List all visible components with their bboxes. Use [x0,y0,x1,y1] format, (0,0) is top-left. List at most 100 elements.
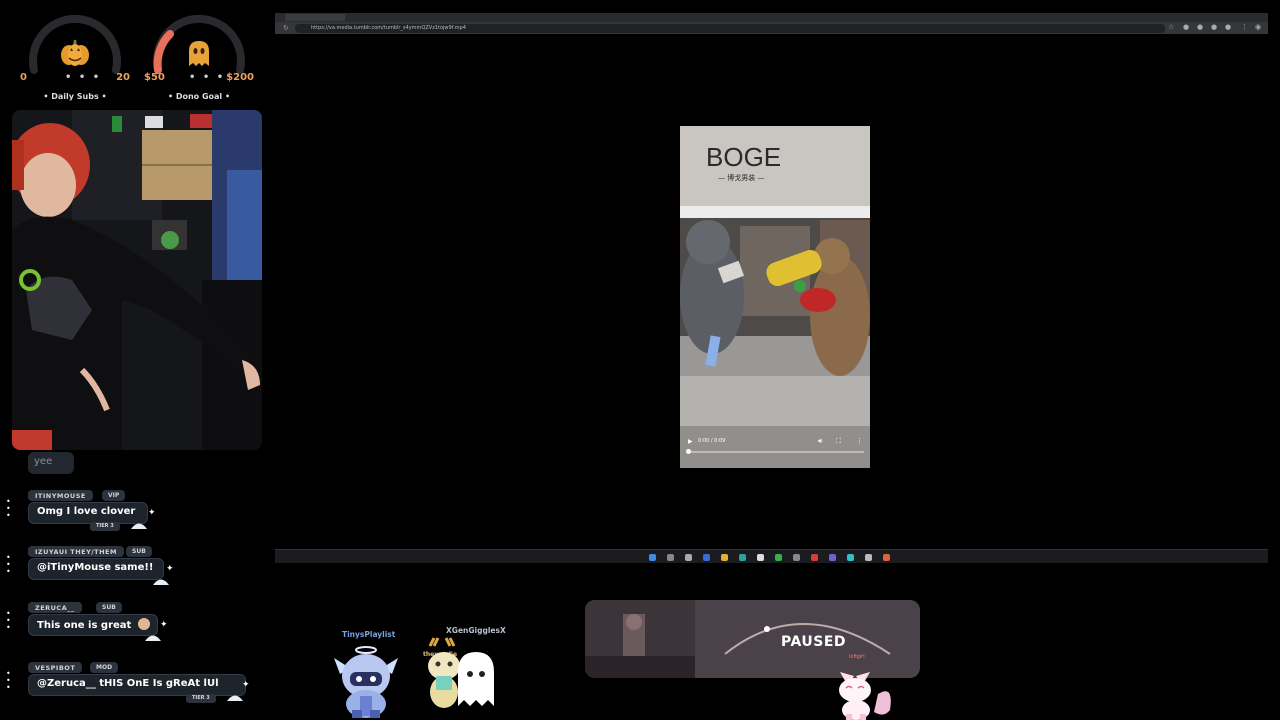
drag-dots-icon: • • • [6,497,11,520]
ghost-icon [189,41,209,66]
lotus-icon [227,695,243,701]
lotus-icon [153,579,169,585]
sparkle-icon: ✦ [242,680,250,690]
sparkle-icon: ✦ [166,564,174,574]
browser-tab[interactable] [895,14,945,21]
sparkle-icon: ✦ [148,508,156,518]
pumpkin-icon [61,40,89,66]
discord-icon[interactable] [829,554,836,561]
app-icon[interactable] [793,554,800,561]
folder-icon[interactable] [721,554,728,561]
fullscreen-icon[interactable]: ⛶ [836,437,841,446]
chat-username: ITINYMOUSE [28,490,93,501]
chat-message: • • • IZUYAUI THEY/THEM SUB @iTinyMouse sa… [6,546,266,596]
star-icon[interactable]: ☆ [1168,23,1174,31]
spotify-icon[interactable] [775,554,782,561]
dono-max: $200 [226,72,254,83]
extension-icon[interactable]: ● [1211,23,1217,31]
dono-label: • Dono Goal • [167,92,231,101]
video-progress-bar[interactable] [688,451,864,453]
webcam-image [12,110,262,450]
address-bar[interactable]: https://va.media.tumblr.com/tumblr_s4ymm… [295,24,1165,33]
chat-role-badge: SUB [96,602,122,613]
video-time: 0:00 / 0:09 [698,438,726,444]
app-icon[interactable] [883,554,890,561]
browser-tab[interactable] [1075,14,1125,21]
browser-tab[interactable] [655,14,705,21]
subs-label: • Daily Subs • [43,92,107,101]
chat-message: • • • VESPIBOT MOD @Zeruca__ tHIS OnE Is g… [6,662,266,712]
chat-text: @Zeruca__ tHIS OnE Is gReAt lUl [28,674,246,696]
video-sign-subtext: — 博戈男装 — [718,173,764,182]
album-art-image [585,600,695,678]
browser-tab[interactable] [835,14,885,21]
dono-dots: • • • [189,72,226,83]
chat-tier-badge: TIER 3 [90,522,120,531]
chat-username: IZUYAUI THEY/THEM [28,546,124,557]
lotus-icon [131,523,147,529]
dono-goal-gauge: $50 • • • $200 • Dono Goal • [144,8,254,108]
lotus-icon [145,635,161,641]
app-icon[interactable] [757,554,764,561]
webcam-feed [12,110,262,450]
menu-icon[interactable]: ⋮ [1241,23,1248,31]
browser-tab[interactable] [955,14,1005,21]
music-tag: lofigirl [849,654,865,660]
mascot-label: TinysPlaylist [342,630,396,639]
play-icon[interactable]: ▶ [688,438,693,445]
browser-tab[interactable] [595,14,645,21]
video-frame: BOGE — 博戈男装 — [680,126,870,468]
browser-tab[interactable] [535,14,585,21]
browser-toolbar: ↻ https://va.media.tumblr.com/tumblr_s4y… [275,22,1268,34]
profile-icon[interactable]: ◉ [1255,23,1261,31]
daily-subs-gauge: 0 • • • 20 • Daily Subs • [20,8,130,108]
browser-tab[interactable] [475,14,525,21]
app-icon[interactable] [703,554,710,561]
extension-icon[interactable]: ● [1225,23,1231,31]
tab-strip [275,13,1268,22]
browser-tab[interactable] [1195,14,1235,21]
task-view-icon[interactable] [685,554,692,561]
browser-window: ↻ https://va.media.tumblr.com/tumblr_s4y… [275,13,1268,563]
knight-mascot-image [334,646,398,718]
chat-text: @iTinyMouse same!! [28,558,164,580]
reload-icon[interactable]: ↻ [283,24,289,32]
browser-tab[interactable] [1135,14,1185,21]
chat-message: • • • ITINYMOUSE VIP Omg I love clover TIE… [6,490,266,540]
browser-tab[interactable] [355,14,405,21]
video-player[interactable]: BOGE — 博戈男装 — ▶ 0:00 / 0:09 🔊︎ ⛶ ⋮ [680,126,870,468]
browser-tab[interactable] [715,14,765,21]
more-options-icon[interactable]: ⋮ [856,437,863,445]
volume-icon[interactable]: 🔊︎ [818,437,822,446]
start-icon[interactable] [649,554,656,561]
dono-min: $50 [144,72,165,83]
fox-mascot-image [839,672,891,720]
video-scrubber-handle[interactable] [686,449,691,454]
chat-panel: yee • • • ITINYMOUSE VIP Omg I love clover… [0,448,270,720]
chat-tier-badge: TIER 3 [186,694,216,703]
subs-dots: • • • [65,72,102,83]
deer-and-ghost-mascot-image [428,637,494,708]
chat-text: This one is great [28,614,158,636]
browser-tab[interactable] [285,14,345,21]
browser-tab[interactable] [415,14,465,21]
chat-username: ZERUCA__ [28,602,82,613]
browser-tab[interactable] [775,14,825,21]
extension-icon[interactable]: ● [1183,23,1189,31]
sparkle-icon: ✦ [160,620,168,630]
extension-icon[interactable]: ● [1197,23,1203,31]
drag-dots-icon: • • • [6,609,11,632]
chat-role-badge: SUB [126,546,152,557]
browser-tab[interactable] [1015,14,1065,21]
chat-old-message: yee [28,452,74,474]
app-icon[interactable] [847,554,854,561]
drag-dots-icon: • • • [6,669,11,692]
chat-role-badge: MOD [90,662,119,673]
app-icon[interactable] [865,554,872,561]
music-status: PAUSED [781,634,847,650]
video-controls: ▶ 0:00 / 0:09 🔊︎ ⛶ ⋮ [680,434,870,468]
chat-role-badge: VIP [102,490,126,501]
app-icon[interactable] [811,554,818,561]
app-icon[interactable] [739,554,746,561]
search-icon[interactable] [667,554,674,561]
